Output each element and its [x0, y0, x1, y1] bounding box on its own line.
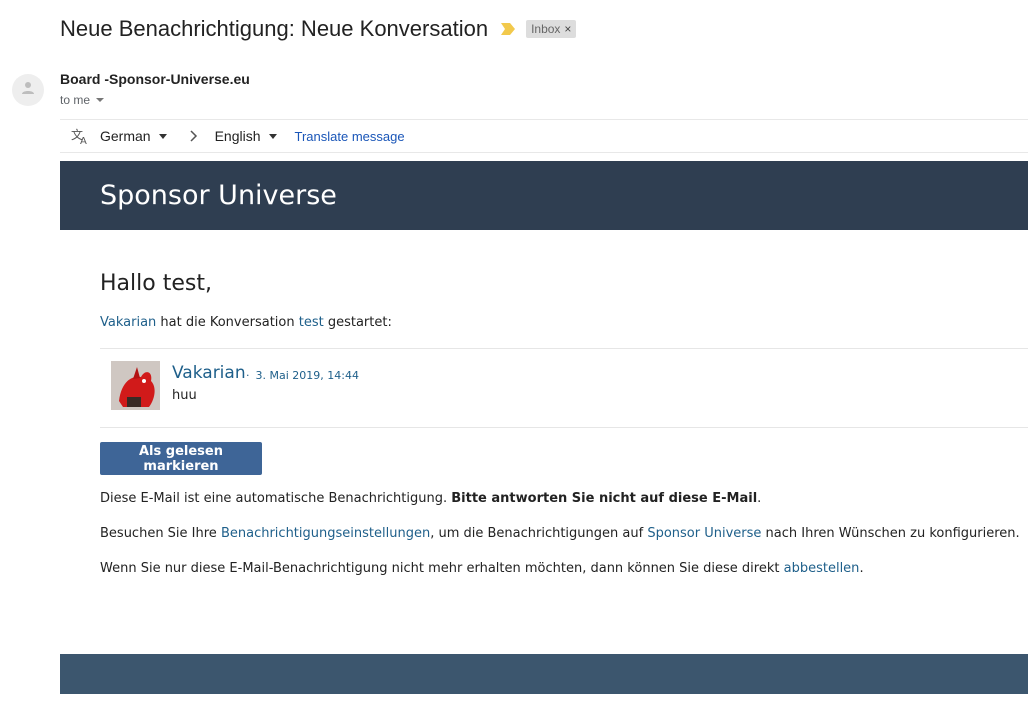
notice-text: Diese E-Mail ist eine automatische Benac…: [100, 491, 452, 506]
unsubscribe-paragraph: Wenn Sie nur diese E-Mail-Benachrichtigu…: [100, 561, 864, 576]
greeting: Hallo test,: [100, 271, 212, 296]
user-link[interactable]: Vakarian: [100, 315, 156, 330]
subject-row: Neue Benachrichtigung: Neue Konversation…: [60, 14, 577, 44]
banner-title: Sponsor Universe: [100, 180, 337, 211]
sender-avatar[interactable]: [12, 74, 44, 106]
intro-middle: hat die Konversation: [156, 315, 299, 330]
recipient-dropdown[interactable]: to me: [60, 93, 105, 107]
intro-text: Vakarian hat die Konversation test gesta…: [100, 315, 392, 330]
post-author-link[interactable]: Vakarian: [172, 363, 246, 383]
person-icon: [20, 80, 36, 101]
site-link[interactable]: Sponsor Universe: [647, 526, 761, 541]
settings-end: nach Ihren Wünschen zu konfigurieren.: [761, 526, 1020, 541]
caret-down-icon: [268, 133, 277, 139]
unsubscribe-link[interactable]: abbestellen: [784, 561, 860, 576]
translate-bar: 文 A German English Translate message: [60, 119, 1028, 153]
conversation-link[interactable]: test: [299, 315, 324, 330]
source-language-select[interactable]: German: [100, 128, 167, 144]
message-post: Vakarian · 3. Mai 2019, 14:44 huu: [100, 348, 1028, 428]
settings-link[interactable]: Benachrichtigungseinstellungen: [221, 526, 430, 541]
caret-down-icon: [96, 98, 105, 102]
inbox-label-chip[interactable]: Inbox ×: [526, 20, 577, 38]
email-view: Neue Benachrichtigung: Neue Konversation…: [0, 0, 1028, 721]
caret-down-icon: [158, 133, 167, 139]
post-text: huu: [172, 388, 197, 403]
notice-end: .: [757, 491, 762, 506]
email-footer: [60, 654, 1028, 694]
source-language-label: German: [100, 128, 151, 144]
settings-before: Besuchen Sie Ihre: [100, 526, 221, 541]
auto-notice: Diese E-Mail ist eine automatische Benac…: [100, 491, 761, 506]
target-language-select[interactable]: English: [215, 128, 277, 144]
post-date[interactable]: 3. Mai 2019, 14:44: [256, 369, 359, 382]
translate-icon: 文 A: [70, 126, 90, 146]
unsubscribe-end: .: [859, 561, 864, 576]
mark-as-read-button[interactable]: Als gelesen markieren: [100, 442, 262, 475]
settings-middle: , um die Benachrichtigungen auf: [430, 526, 648, 541]
email-subject: Neue Benachrichtigung: Neue Konversation: [60, 16, 489, 41]
intro-end: gestartet:: [323, 315, 392, 330]
author-avatar[interactable]: [111, 361, 160, 410]
recipient-text: to me: [60, 93, 91, 107]
notice-bold-text: Bitte antworten Sie nicht auf diese E-Ma…: [451, 491, 758, 506]
importance-marker-icon[interactable]: [500, 22, 516, 36]
chevron-right-icon: [189, 130, 199, 142]
target-language-label: English: [214, 128, 261, 144]
post-meta: · 3. Mai 2019, 14:44: [246, 369, 359, 382]
sender-name[interactable]: Board -Sponsor-Universe.eu: [60, 71, 250, 87]
settings-paragraph: Besuchen Sie Ihre Benachrichtigungseinst…: [100, 526, 1020, 541]
unsubscribe-before: Wenn Sie nur diese E-Mail-Benachrichtigu…: [100, 561, 784, 576]
translate-message-link[interactable]: Translate message: [295, 129, 405, 144]
inbox-label-text: Inbox: [531, 22, 561, 36]
svg-text:A: A: [80, 136, 87, 146]
meta-separator: ·: [246, 369, 250, 382]
email-banner: Sponsor Universe: [60, 161, 1028, 230]
close-icon[interactable]: ×: [564, 22, 571, 36]
